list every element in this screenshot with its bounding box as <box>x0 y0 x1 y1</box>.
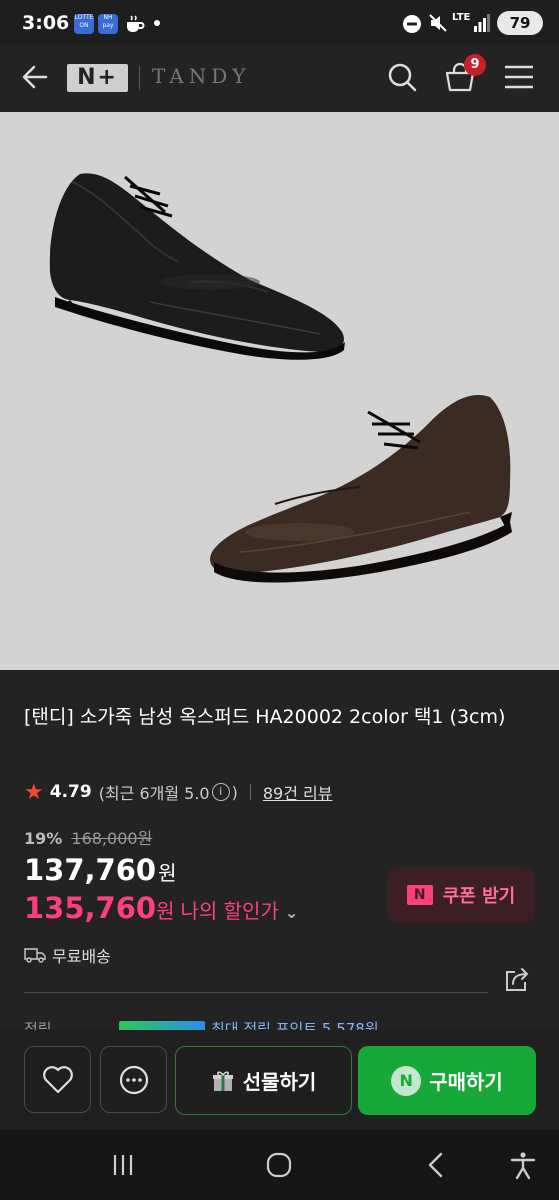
accessibility-icon[interactable] <box>508 1150 538 1180</box>
chat-bubble-icon <box>119 1065 148 1094</box>
rating-divider <box>249 784 251 800</box>
status-time: 3:06 <box>22 12 70 34</box>
discount-rate: 19% <box>24 829 63 848</box>
star-icon: ★ <box>24 779 44 805</box>
logo-divider <box>139 66 140 90</box>
sale-price-unit: 원 <box>158 861 177 885</box>
rating-score: 4.79 <box>49 782 92 802</box>
chevron-down-icon[interactable]: ⌄ <box>285 903 298 922</box>
coupon-button[interactable]: N 쿠폰 받기 <box>387 867 535 923</box>
gift-icon <box>212 1070 233 1091</box>
rating-recent-close: ) <box>231 782 238 802</box>
system-navigation-bar <box>0 1130 559 1200</box>
original-price: 168,000원 <box>71 829 153 848</box>
battery-indicator: 79 <box>497 11 543 35</box>
back-nav-icon[interactable] <box>422 1150 452 1180</box>
my-discount-price[interactable]: 135,760원 나의 할인가 ⌄ <box>24 891 298 925</box>
heart-icon <box>42 1065 73 1093</box>
rating-recent: (최근 6개월 5.0 <box>98 784 210 803</box>
mute-icon <box>429 14 447 32</box>
npay-icon: N <box>391 1065 422 1096</box>
search-icon[interactable] <box>386 61 418 93</box>
product-image[interactable] <box>0 112 559 670</box>
shipping-info: 무료배송 <box>24 943 111 967</box>
purchase-action-bar: 선물하기 N 구매하기 <box>0 1030 559 1130</box>
discount-row: 19% 168,000원 <box>24 825 152 849</box>
cart-count-badge: 9 <box>464 54 486 76</box>
rating-row: ★ 4.79 (최근 6개월 5.0 i ) 89건 리뷰 <box>24 779 332 805</box>
coupon-n-icon: N <box>406 885 433 905</box>
chat-inquiry-button[interactable] <box>100 1046 167 1113</box>
network-type: LTE <box>452 12 471 23</box>
status-bar: 3:06 LOTTE ON NH pay LTE 79 <box>0 0 559 44</box>
notification-dot <box>154 20 160 26</box>
back-arrow-icon[interactable] <box>20 62 50 92</box>
do-not-disturb-icon <box>403 15 421 33</box>
menu-icon[interactable] <box>503 64 535 90</box>
my-price-label: 나의 할인가 <box>180 899 279 923</box>
truck-icon <box>24 948 46 963</box>
gift-label: 선물하기 <box>242 1070 317 1094</box>
store-logo-mark[interactable]: N+ <box>67 64 128 92</box>
review-count-link[interactable]: 89건 리뷰 <box>263 780 333 804</box>
black-shoe <box>49 173 345 360</box>
product-info-section: [탠디] 소가죽 남성 옥스퍼드 HA20002 2color 택1 (3cm)… <box>0 670 559 1045</box>
gift-button[interactable]: 선물하기 <box>175 1046 352 1115</box>
share-icon[interactable] <box>503 966 531 994</box>
sale-price: 137,760 원 <box>24 853 177 887</box>
buy-button[interactable]: N 구매하기 <box>358 1046 536 1115</box>
coupon-label: 쿠폰 받기 <box>442 886 516 907</box>
my-price-value: 135,760 <box>24 891 157 925</box>
my-price-unit: 원 <box>156 899 175 923</box>
signal-icon <box>474 14 490 32</box>
brown-shoe <box>210 394 512 583</box>
home-icon[interactable] <box>264 1150 294 1180</box>
sale-price-value: 137,760 <box>24 853 157 887</box>
app-header: N+ TANDY 9 <box>0 44 559 112</box>
nh-pay-app-icon: NH pay <box>98 14 118 34</box>
info-icon[interactable]: i <box>211 783 230 801</box>
wishlist-button[interactable] <box>24 1046 91 1113</box>
product-title: [탠디] 소가죽 남성 옥스퍼드 HA20002 2color 택1 (3cm) <box>24 706 506 728</box>
lotte-on-app-icon: LOTTE ON <box>74 14 94 34</box>
oxford-shoes-photo <box>49 173 512 583</box>
recent-apps-icon[interactable] <box>108 1150 138 1180</box>
buy-label: 구매하기 <box>429 1070 503 1094</box>
coffee-icon <box>127 15 145 32</box>
shipping-label: 무료배송 <box>52 947 111 966</box>
section-divider <box>24 992 488 993</box>
brand-logo[interactable]: TANDY <box>152 64 250 88</box>
